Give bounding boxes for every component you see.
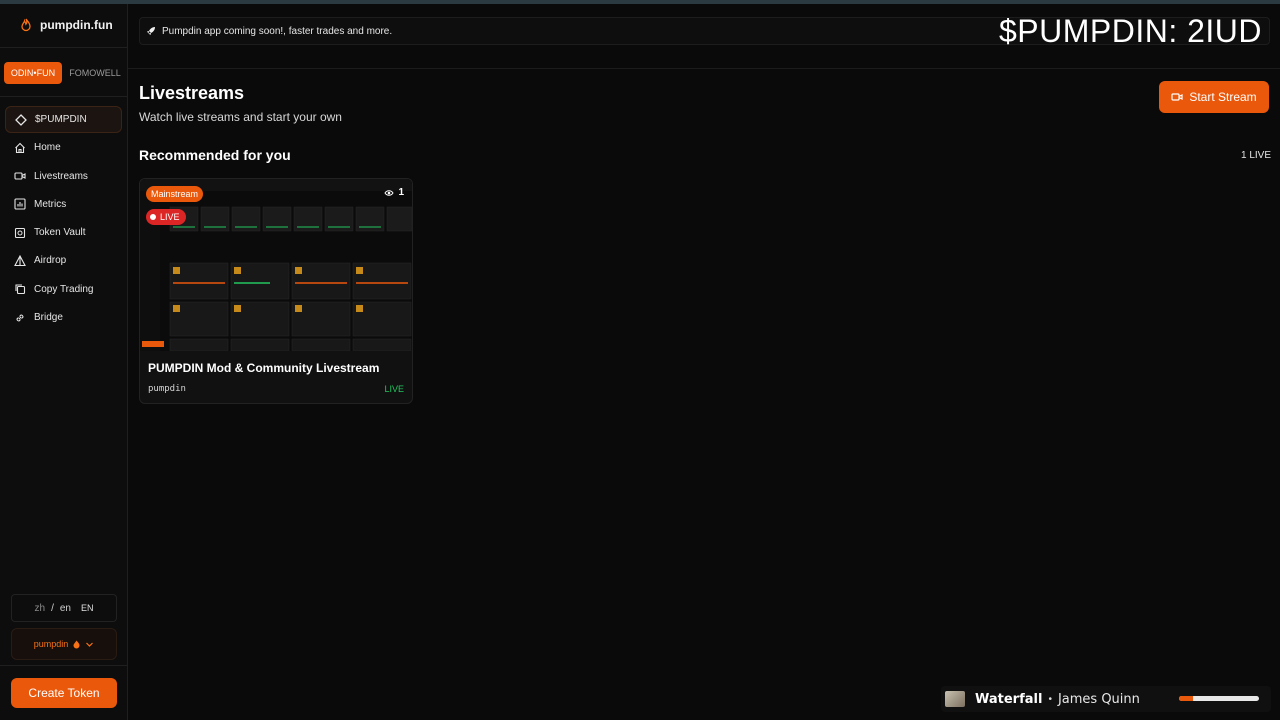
- sidebar-item-label: $PUMPDIN: [35, 114, 87, 125]
- sidebar-item-copy-trading[interactable]: Copy Trading: [5, 276, 122, 303]
- sidebar-item-pumpdin[interactable]: $PUMPDIN: [5, 106, 122, 133]
- ticker-overlay: $PUMPDIN: 2IUD: [998, 13, 1262, 49]
- account-menu[interactable]: pumpdin: [11, 628, 117, 660]
- lang-current: EN: [80, 603, 94, 613]
- viewer-count-value: 1: [398, 187, 404, 198]
- sidebar-item-metrics[interactable]: Metrics: [5, 191, 122, 218]
- stream-preview-image: [140, 179, 412, 352]
- create-token-button[interactable]: Create Token: [11, 678, 117, 708]
- sidebar-item-label: Metrics: [34, 198, 67, 210]
- platform-tab-odin[interactable]: ODIN•FUN: [4, 62, 62, 84]
- viewer-count: 1: [384, 187, 404, 198]
- start-stream-label: Start Stream: [1189, 90, 1257, 104]
- lang-option-zh[interactable]: zh: [35, 603, 46, 614]
- sidebar-item-label: Copy Trading: [34, 283, 94, 295]
- page-subtitle: Watch live streams and start your own: [139, 110, 342, 124]
- stream-category-tag: Mainstream: [146, 186, 204, 202]
- start-stream-button[interactable]: Start Stream: [1159, 81, 1269, 113]
- track-progress-bar[interactable]: [1179, 696, 1259, 701]
- divider: [128, 68, 1280, 69]
- diamond-icon: [15, 113, 27, 126]
- vault-icon: [14, 227, 26, 238]
- divider: [0, 665, 128, 666]
- banner-text: Pumpdin app coming soon!, faster trades …: [162, 25, 393, 37]
- video-icon: [1171, 93, 1183, 101]
- sidebar-item-livestreams[interactable]: Livestreams: [5, 163, 122, 190]
- sidebar-nav: $PUMPDIN Home Livestreams Metrics Token …: [5, 106, 122, 332]
- sidebar: pumpdin.fun ODIN•FUN FOMOWELL $PUMPDIN H…: [0, 4, 128, 720]
- track-progress-fill: [1179, 696, 1194, 701]
- link-icon: [16, 314, 24, 322]
- music-player[interactable]: Waterfall • James Quinn: [941, 686, 1271, 712]
- live-count: 1 LIVE: [1241, 150, 1272, 161]
- page-title: Livestreams: [139, 83, 245, 103]
- platform-tab-fomowell[interactable]: FOMOWELL: [66, 62, 124, 84]
- language-switcher[interactable]: zh / en EN: [11, 594, 117, 622]
- sidebar-item-token-vault[interactable]: Token Vault: [5, 219, 122, 246]
- stream-user[interactable]: pumpdin: [148, 384, 186, 394]
- stream-thumbnail[interactable]: Mainstream LIVE 1: [140, 179, 412, 352]
- brand-name: pumpdin.fun: [40, 18, 113, 32]
- rocket-icon: [147, 27, 155, 35]
- track-artist: James Quinn: [1057, 691, 1140, 707]
- live-badge-label: LIVE: [160, 212, 180, 222]
- live-badge: LIVE: [146, 209, 186, 225]
- stream-title[interactable]: PUMPDIN Mod & Community Livestream: [148, 361, 379, 375]
- sidebar-item-label: Home: [34, 142, 61, 154]
- flame-icon: [73, 640, 80, 648]
- flame-logo-icon: [21, 18, 31, 32]
- stream-status: LIVE: [384, 384, 404, 394]
- stream-card[interactable]: Mainstream LIVE 1 PUMPDIN Mod & Communit…: [139, 178, 413, 404]
- chevron-down-icon: [86, 642, 94, 647]
- top-strip: [0, 0, 1280, 4]
- sidebar-item-label: Livestreams: [34, 170, 88, 182]
- sidebar-item-label: Airdrop: [34, 255, 67, 267]
- sidebar-item-home[interactable]: Home: [5, 134, 122, 161]
- section-title: Recommended for you: [139, 147, 291, 163]
- album-art: [945, 691, 965, 707]
- divider: [0, 47, 128, 48]
- airdrop-icon: [14, 254, 26, 267]
- live-dot-icon: [150, 214, 156, 220]
- sidebar-item-airdrop[interactable]: Airdrop: [5, 247, 122, 274]
- copy-icon: [15, 284, 26, 295]
- sidebar-item-label: Token Vault: [34, 227, 86, 239]
- sidebar-item-label: Bridge: [34, 312, 63, 324]
- home-icon: [15, 142, 25, 153]
- lang-separator: /: [51, 602, 54, 614]
- brand[interactable]: pumpdin.fun: [20, 18, 113, 32]
- sidebar-item-bridge[interactable]: Bridge: [5, 304, 122, 331]
- video-icon: [14, 172, 26, 180]
- divider: [0, 96, 128, 97]
- lang-option-en[interactable]: en: [60, 603, 71, 614]
- track-separator: •: [1048, 693, 1052, 705]
- track-title: Waterfall: [975, 691, 1043, 707]
- account-name: pumpdin: [33, 639, 69, 649]
- chart-icon: [14, 198, 26, 210]
- platform-switcher: ODIN•FUN FOMOWELL: [4, 62, 124, 84]
- eye-icon: [384, 189, 395, 196]
